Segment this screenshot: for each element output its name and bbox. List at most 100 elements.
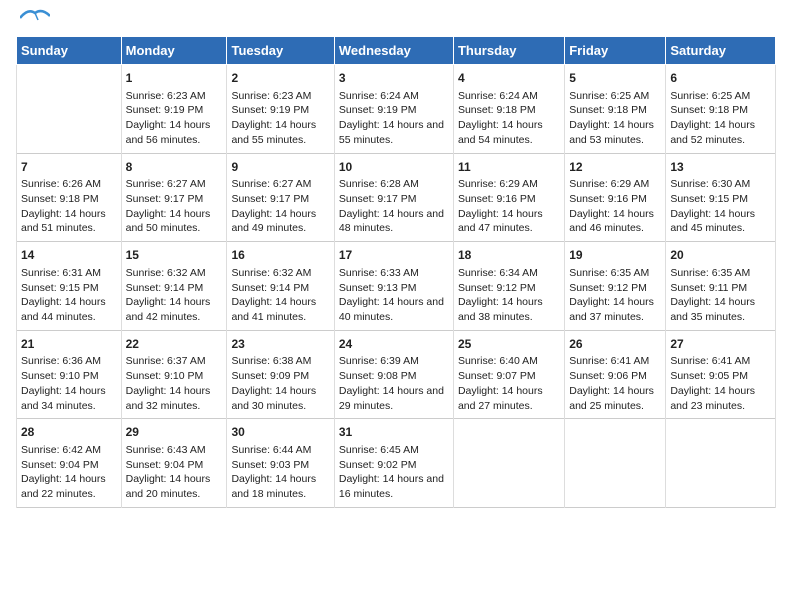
daylight-text: Daylight: 14 hours and 46 minutes.	[569, 207, 661, 236]
sunrise-text: Sunrise: 6:38 AM	[231, 354, 329, 369]
sunset-text: Sunset: 9:19 PM	[126, 103, 223, 118]
calendar-cell: 7Sunrise: 6:26 AMSunset: 9:18 PMDaylight…	[17, 153, 122, 242]
daylight-text: Daylight: 14 hours and 51 minutes.	[21, 207, 117, 236]
cell-content: Sunrise: 6:30 AMSunset: 9:15 PMDaylight:…	[670, 177, 771, 236]
daylight-text: Daylight: 14 hours and 44 minutes.	[21, 295, 117, 324]
sunset-text: Sunset: 9:04 PM	[126, 458, 223, 473]
daylight-text: Daylight: 14 hours and 50 minutes.	[126, 207, 223, 236]
sunset-text: Sunset: 9:12 PM	[458, 281, 560, 296]
sunset-text: Sunset: 9:15 PM	[670, 192, 771, 207]
sunset-text: Sunset: 9:09 PM	[231, 369, 329, 384]
cell-content: Sunrise: 6:27 AMSunset: 9:17 PMDaylight:…	[126, 177, 223, 236]
calendar-cell: 5Sunrise: 6:25 AMSunset: 9:18 PMDaylight…	[565, 65, 666, 154]
daylight-text: Daylight: 14 hours and 55 minutes.	[339, 118, 449, 147]
daylight-text: Daylight: 14 hours and 54 minutes.	[458, 118, 560, 147]
day-number: 9	[231, 159, 329, 176]
calendar-cell: 8Sunrise: 6:27 AMSunset: 9:17 PMDaylight…	[121, 153, 227, 242]
cell-content: Sunrise: 6:36 AMSunset: 9:10 PMDaylight:…	[21, 354, 117, 413]
sunset-text: Sunset: 9:07 PM	[458, 369, 560, 384]
sunrise-text: Sunrise: 6:27 AM	[231, 177, 329, 192]
daylight-text: Daylight: 14 hours and 18 minutes.	[231, 472, 329, 501]
sunset-text: Sunset: 9:19 PM	[231, 103, 329, 118]
day-number: 26	[569, 336, 661, 353]
calendar-cell: 20Sunrise: 6:35 AMSunset: 9:11 PMDayligh…	[666, 242, 776, 331]
cell-content: Sunrise: 6:38 AMSunset: 9:09 PMDaylight:…	[231, 354, 329, 413]
calendar-cell: 26Sunrise: 6:41 AMSunset: 9:06 PMDayligh…	[565, 330, 666, 419]
calendar-cell: 1 Sunrise: 6:23 AMSunset: 9:19 PMDaylight…	[121, 65, 227, 154]
day-number: 2	[231, 70, 329, 87]
calendar-cell: 12Sunrise: 6:29 AMSunset: 9:16 PMDayligh…	[565, 153, 666, 242]
cell-content: Sunrise: 6:29 AMSunset: 9:16 PMDaylight:…	[569, 177, 661, 236]
sunrise-text: Sunrise: 6:25 AM	[569, 89, 661, 104]
day-number: 1	[126, 70, 223, 87]
sunrise-text: Sunrise: 6:32 AM	[231, 266, 329, 281]
calendar-cell: 19Sunrise: 6:35 AMSunset: 9:12 PMDayligh…	[565, 242, 666, 331]
sunrise-text: Sunrise: 6:31 AM	[21, 266, 117, 281]
cell-content: Sunrise: 6:42 AMSunset: 9:04 PMDaylight:…	[21, 443, 117, 502]
cell-content: Sunrise: 6:43 AMSunset: 9:04 PMDaylight:…	[126, 443, 223, 502]
daylight-text: Daylight: 14 hours and 30 minutes.	[231, 384, 329, 413]
daylight-text: Daylight: 14 hours and 25 minutes.	[569, 384, 661, 413]
day-number: 18	[458, 247, 560, 264]
sunset-text: Sunset: 9:03 PM	[231, 458, 329, 473]
daylight-text: Daylight: 14 hours and 27 minutes.	[458, 384, 560, 413]
calendar-cell: 17Sunrise: 6:33 AMSunset: 9:13 PMDayligh…	[334, 242, 453, 331]
daylight-text: Daylight: 14 hours and 37 minutes.	[569, 295, 661, 324]
sunrise-text: Sunrise: 6:36 AM	[21, 354, 117, 369]
sunset-text: Sunset: 9:13 PM	[339, 281, 449, 296]
sunset-text: Sunset: 9:11 PM	[670, 281, 771, 296]
cell-content: Sunrise: 6:37 AMSunset: 9:10 PMDaylight:…	[126, 354, 223, 413]
cell-content: Sunrise: 6:27 AMSunset: 9:17 PMDaylight:…	[231, 177, 329, 236]
sunrise-text: Sunrise: 6:41 AM	[670, 354, 771, 369]
sunrise-text: Sunrise: 6:24 AM	[339, 89, 449, 104]
week-row-4: 21Sunrise: 6:36 AMSunset: 9:10 PMDayligh…	[17, 330, 776, 419]
calendar-cell	[565, 419, 666, 508]
cell-content: Sunrise: 6:31 AMSunset: 9:15 PMDaylight:…	[21, 266, 117, 325]
sunset-text: Sunset: 9:04 PM	[21, 458, 117, 473]
day-number: 19	[569, 247, 661, 264]
sunrise-text: Sunrise: 6:29 AM	[458, 177, 560, 192]
daylight-text: Daylight: 14 hours and 34 minutes.	[21, 384, 117, 413]
sunset-text: Sunset: 9:05 PM	[670, 369, 771, 384]
calendar-cell: 18 Sunrise: 6:34 AMSunset: 9:12 PMDayligh…	[453, 242, 564, 331]
daylight-text: Daylight: 14 hours and 32 minutes.	[126, 384, 223, 413]
day-number: 6	[670, 70, 771, 87]
calendar-cell: 14Sunrise: 6:31 AMSunset: 9:15 PMDayligh…	[17, 242, 122, 331]
cell-content: Sunrise: 6:32 AMSunset: 9:14 PMDaylight:…	[126, 266, 223, 325]
cell-content: Sunrise: 6:23 AMSunset: 9:19 PMDaylight:…	[126, 89, 223, 148]
day-header-sunday: Sunday	[17, 37, 122, 65]
sunset-text: Sunset: 9:19 PM	[339, 103, 449, 118]
week-row-5: 28Sunrise: 6:42 AMSunset: 9:04 PMDayligh…	[17, 419, 776, 508]
cell-content: Sunrise: 6:44 AMSunset: 9:03 PMDaylight:…	[231, 443, 329, 502]
daylight-text: Daylight: 14 hours and 52 minutes.	[670, 118, 771, 147]
sunrise-text: Sunrise: 6:33 AM	[339, 266, 449, 281]
daylight-text: Daylight: 14 hours and 23 minutes.	[670, 384, 771, 413]
cell-content: Sunrise: 6:32 AMSunset: 9:14 PMDaylight:…	[231, 266, 329, 325]
sunset-text: Sunset: 9:17 PM	[126, 192, 223, 207]
sunrise-text: Sunrise: 6:32 AM	[126, 266, 223, 281]
sunrise-text: Sunrise: 6:37 AM	[126, 354, 223, 369]
cell-content: Sunrise: 6:25 AMSunset: 9:18 PMDaylight:…	[670, 89, 771, 148]
day-number: 3	[339, 70, 449, 87]
sunrise-text: Sunrise: 6:25 AM	[670, 89, 771, 104]
calendar-cell: 25Sunrise: 6:40 AMSunset: 9:07 PMDayligh…	[453, 330, 564, 419]
cell-content: Sunrise: 6:34 AMSunset: 9:12 PMDaylight:…	[458, 266, 560, 325]
sunset-text: Sunset: 9:10 PM	[126, 369, 223, 384]
day-number: 13	[670, 159, 771, 176]
sunrise-text: Sunrise: 6:42 AM	[21, 443, 117, 458]
sunrise-text: Sunrise: 6:40 AM	[458, 354, 560, 369]
sunrise-text: Sunrise: 6:43 AM	[126, 443, 223, 458]
day-header-friday: Friday	[565, 37, 666, 65]
sunset-text: Sunset: 9:02 PM	[339, 458, 449, 473]
daylight-text: Daylight: 14 hours and 20 minutes.	[126, 472, 223, 501]
sunset-text: Sunset: 9:17 PM	[339, 192, 449, 207]
calendar-cell: 10Sunrise: 6:28 AMSunset: 9:17 PMDayligh…	[334, 153, 453, 242]
cell-content: Sunrise: 6:41 AMSunset: 9:05 PMDaylight:…	[670, 354, 771, 413]
sunrise-text: Sunrise: 6:29 AM	[569, 177, 661, 192]
day-number: 24	[339, 336, 449, 353]
cell-content: Sunrise: 6:40 AMSunset: 9:07 PMDaylight:…	[458, 354, 560, 413]
logo	[16, 16, 50, 28]
sunrise-text: Sunrise: 6:35 AM	[569, 266, 661, 281]
header-row: SundayMondayTuesdayWednesdayThursdayFrid…	[17, 37, 776, 65]
sunrise-text: Sunrise: 6:35 AM	[670, 266, 771, 281]
